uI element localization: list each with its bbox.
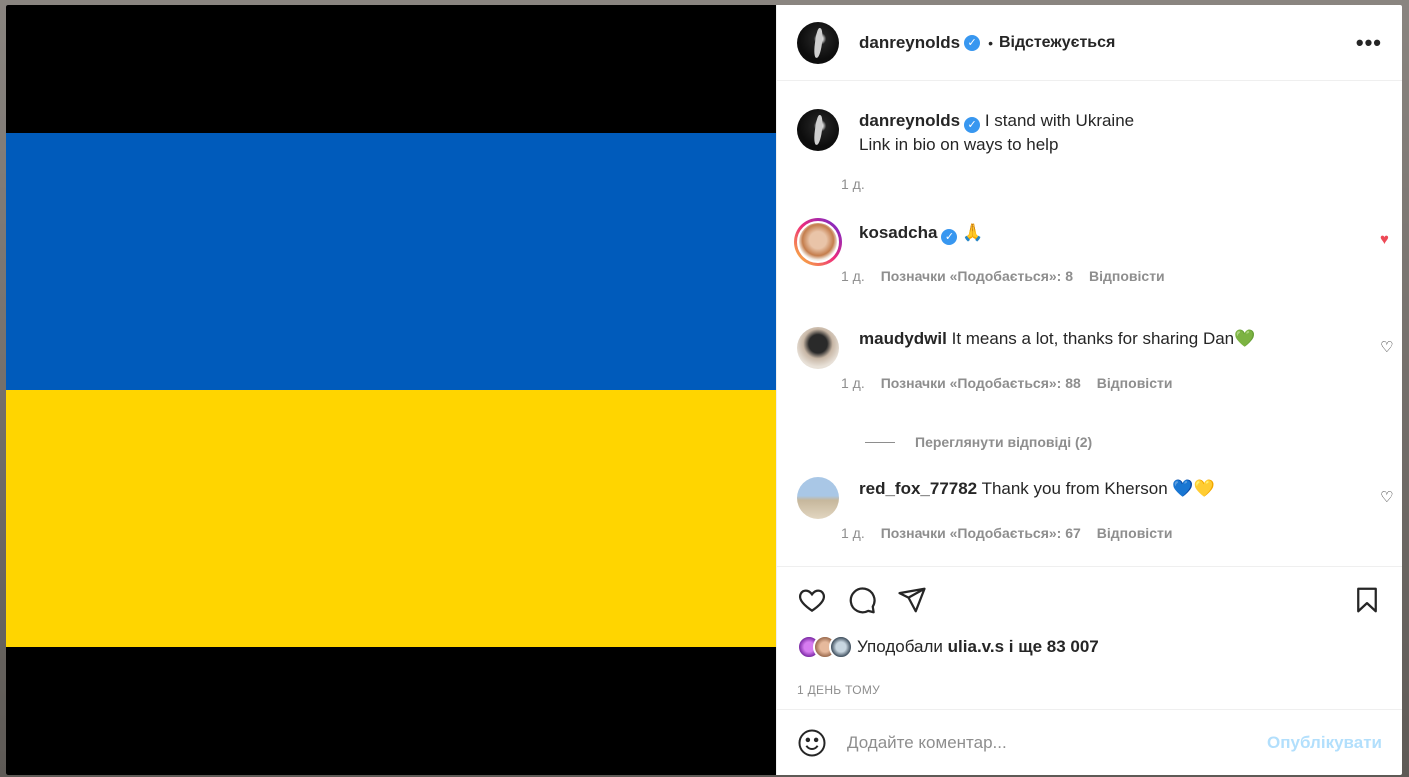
ukraine-flag-image bbox=[6, 133, 776, 647]
comment-body: 🙏 bbox=[962, 223, 984, 242]
comment-meta: 1 д. Позначки «Подобається»: 8 Відповіст… bbox=[841, 268, 1165, 284]
comment-time[interactable]: 1 д. bbox=[841, 268, 865, 284]
liker-username[interactable]: ulia.v.s bbox=[948, 637, 1004, 657]
more-options-icon[interactable]: ••• bbox=[1356, 30, 1382, 56]
flag-blue-stripe bbox=[6, 133, 776, 390]
flag-yellow-stripe bbox=[6, 390, 776, 647]
emoji-icon[interactable] bbox=[797, 728, 827, 758]
comment: kosadcha ✓ 🙏 bbox=[794, 218, 1382, 266]
comment-author[interactable]: kosadcha bbox=[859, 223, 937, 242]
comment-like-heart-icon[interactable]: ♡ bbox=[1380, 490, 1394, 505]
commenter-avatar[interactable] bbox=[797, 477, 839, 519]
comment-like-heart-icon[interactable]: ♡ bbox=[1380, 340, 1394, 355]
comment-likes[interactable]: Позначки «Подобається»: 88 bbox=[881, 375, 1081, 391]
post-media[interactable] bbox=[6, 5, 776, 775]
action-icons bbox=[797, 585, 1382, 615]
reply-button[interactable]: Відповісти bbox=[1089, 268, 1165, 284]
comment-text: kosadcha ✓ 🙏 bbox=[859, 221, 983, 266]
comment-text: maudydwil It means a lot, thanks for sha… bbox=[859, 327, 1255, 369]
likes-summary: Уподобали ulia.v.s і ще 83 007 bbox=[797, 635, 1099, 659]
caption-text: danreynolds ✓ I stand with Ukraine Link i… bbox=[859, 109, 1134, 156]
comment: red_fox_77782 Thank you from Kherson 💙💛 bbox=[797, 477, 1382, 519]
comment-likes[interactable]: Позначки «Подобається»: 67 bbox=[881, 525, 1081, 541]
verified-badge-icon: ✓ bbox=[964, 34, 981, 51]
comment-author[interactable]: red_fox_77782 bbox=[859, 479, 977, 498]
comment-body: Thank you from Kherson 💙💛 bbox=[981, 479, 1215, 498]
story-ring-avatar[interactable] bbox=[794, 218, 842, 266]
comment-meta: 1 д. Позначки «Подобається»: 88 Відповіс… bbox=[841, 375, 1172, 391]
caption-avatar[interactable] bbox=[797, 109, 839, 151]
caption: danreynolds ✓ I stand with Ukraine Link i… bbox=[797, 109, 1382, 156]
comment-text: red_fox_77782 Thank you from Kherson 💙💛 bbox=[859, 477, 1215, 519]
comment-time[interactable]: 1 д. bbox=[841, 375, 865, 391]
likes-prefix: Уподобали bbox=[857, 637, 943, 656]
commenter-avatar[interactable] bbox=[797, 327, 839, 369]
post-timestamp[interactable]: 1 ДЕНЬ ТОМУ bbox=[797, 683, 880, 697]
comment-author[interactable]: maudydwil bbox=[859, 329, 947, 348]
comment-likes[interactable]: Позначки «Подобається»: 8 bbox=[881, 268, 1073, 284]
caption-time[interactable]: 1 д. bbox=[841, 176, 865, 192]
reply-button[interactable]: Відповісти bbox=[1097, 375, 1173, 391]
post-modal: danreynolds ✓ • Відстежується ••• danrey… bbox=[6, 5, 1402, 775]
view-replies-button[interactable]: Переглянути відповіді (2) bbox=[865, 434, 1092, 450]
verified-badge-icon: ✓ bbox=[941, 229, 958, 245]
comment-like-heart-icon[interactable]: ♥ bbox=[1380, 232, 1394, 247]
author-avatar[interactable] bbox=[797, 21, 839, 64]
caption-line1: I stand with Ukraine bbox=[984, 111, 1135, 130]
follow-status-button[interactable]: Відстежується bbox=[999, 34, 1115, 52]
author-username[interactable]: danreynolds bbox=[859, 33, 960, 53]
post-sidebar: danreynolds ✓ • Відстежується ••• danrey… bbox=[776, 5, 1402, 775]
comment-meta: 1 д. Позначки «Подобається»: 67 Відповіс… bbox=[841, 525, 1172, 541]
comment-time[interactable]: 1 д. bbox=[841, 525, 865, 541]
comments-list[interactable]: danreynolds ✓ I stand with Ukraine Link i… bbox=[777, 81, 1402, 566]
add-comment-bar: Опублікувати bbox=[777, 709, 1402, 775]
comment-input[interactable] bbox=[847, 732, 1268, 753]
publish-comment-button[interactable]: Опублікувати bbox=[1267, 733, 1382, 753]
bookmark-icon[interactable] bbox=[1352, 585, 1382, 615]
post-actions: Уподобали ulia.v.s і ще 83 007 1 ДЕНЬ ТО… bbox=[777, 566, 1402, 709]
liker-avatars[interactable] bbox=[797, 635, 853, 659]
comment-body: It means a lot, thanks for sharing Dan💚 bbox=[951, 329, 1256, 348]
caption-author[interactable]: danreynolds bbox=[859, 111, 960, 130]
reply-button[interactable]: Відповісти bbox=[1097, 525, 1173, 541]
separator-dot: • bbox=[988, 34, 993, 51]
verified-badge-icon: ✓ bbox=[964, 117, 981, 133]
post-header: danreynolds ✓ • Відстежується ••• bbox=[777, 5, 1402, 81]
comment-icon[interactable] bbox=[847, 585, 877, 615]
caption-meta: 1 д. bbox=[841, 176, 865, 192]
comment: maudydwil It means a lot, thanks for sha… bbox=[797, 327, 1382, 369]
heart-icon[interactable] bbox=[797, 585, 827, 615]
share-icon[interactable] bbox=[897, 585, 927, 615]
likes-count[interactable]: і ще 83 007 bbox=[1009, 637, 1099, 657]
caption-line2: Link in bio on ways to help bbox=[859, 135, 1059, 154]
